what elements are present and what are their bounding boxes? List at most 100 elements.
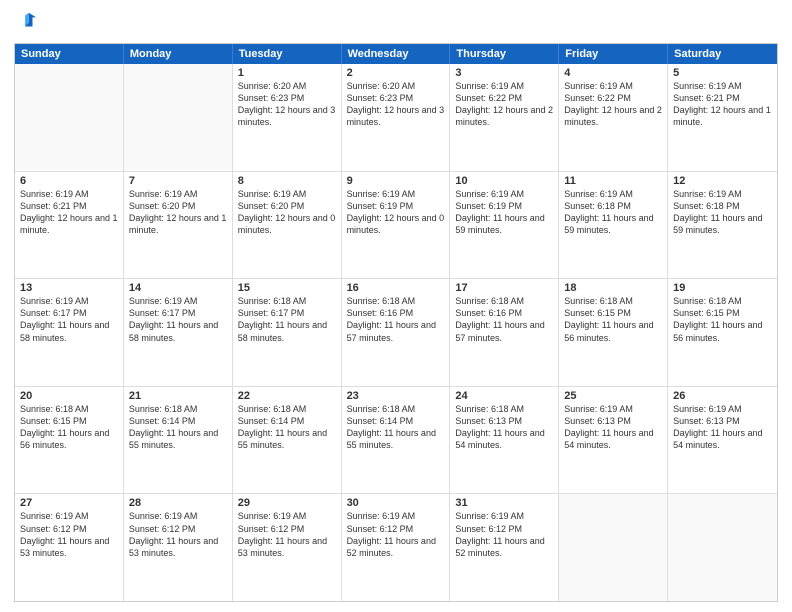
day-number: 31 <box>455 497 553 509</box>
cell-info: Sunrise: 6:19 AMSunset: 6:19 PMDaylight:… <box>455 188 553 237</box>
empty-cell <box>15 64 124 171</box>
day-number: 9 <box>347 175 445 187</box>
day-cell-3: 3Sunrise: 6:19 AMSunset: 6:22 PMDaylight… <box>450 64 559 171</box>
cell-info: Sunrise: 6:18 AMSunset: 6:14 PMDaylight:… <box>238 403 336 452</box>
day-cell-19: 19Sunrise: 6:18 AMSunset: 6:15 PMDayligh… <box>668 279 777 386</box>
logo-icon <box>16 10 38 32</box>
day-cell-10: 10Sunrise: 6:19 AMSunset: 6:19 PMDayligh… <box>450 172 559 279</box>
logo <box>14 10 38 37</box>
day-number: 4 <box>564 67 662 79</box>
day-cell-9: 9Sunrise: 6:19 AMSunset: 6:19 PMDaylight… <box>342 172 451 279</box>
calendar-header: SundayMondayTuesdayWednesdayThursdayFrid… <box>15 44 777 64</box>
header-day-sunday: Sunday <box>15 44 124 64</box>
header <box>14 10 778 37</box>
day-number: 25 <box>564 390 662 402</box>
cell-info: Sunrise: 6:19 AMSunset: 6:13 PMDaylight:… <box>564 403 662 452</box>
header-day-tuesday: Tuesday <box>233 44 342 64</box>
day-cell-1: 1Sunrise: 6:20 AMSunset: 6:23 PMDaylight… <box>233 64 342 171</box>
cell-info: Sunrise: 6:18 AMSunset: 6:14 PMDaylight:… <box>347 403 445 452</box>
empty-cell <box>124 64 233 171</box>
week-row-0: 1Sunrise: 6:20 AMSunset: 6:23 PMDaylight… <box>15 64 777 171</box>
day-cell-21: 21Sunrise: 6:18 AMSunset: 6:14 PMDayligh… <box>124 387 233 494</box>
cell-info: Sunrise: 6:18 AMSunset: 6:14 PMDaylight:… <box>129 403 227 452</box>
calendar: SundayMondayTuesdayWednesdayThursdayFrid… <box>14 43 778 602</box>
day-number: 1 <box>238 67 336 79</box>
day-cell-16: 16Sunrise: 6:18 AMSunset: 6:16 PMDayligh… <box>342 279 451 386</box>
cell-info: Sunrise: 6:19 AMSunset: 6:12 PMDaylight:… <box>129 510 227 559</box>
day-number: 29 <box>238 497 336 509</box>
day-number: 24 <box>455 390 553 402</box>
day-cell-27: 27Sunrise: 6:19 AMSunset: 6:12 PMDayligh… <box>15 494 124 601</box>
day-cell-15: 15Sunrise: 6:18 AMSunset: 6:17 PMDayligh… <box>233 279 342 386</box>
day-cell-28: 28Sunrise: 6:19 AMSunset: 6:12 PMDayligh… <box>124 494 233 601</box>
day-number: 5 <box>673 67 772 79</box>
cell-info: Sunrise: 6:19 AMSunset: 6:17 PMDaylight:… <box>129 295 227 344</box>
day-number: 2 <box>347 67 445 79</box>
day-cell-26: 26Sunrise: 6:19 AMSunset: 6:13 PMDayligh… <box>668 387 777 494</box>
day-number: 7 <box>129 175 227 187</box>
day-cell-29: 29Sunrise: 6:19 AMSunset: 6:12 PMDayligh… <box>233 494 342 601</box>
day-number: 10 <box>455 175 553 187</box>
day-cell-2: 2Sunrise: 6:20 AMSunset: 6:23 PMDaylight… <box>342 64 451 171</box>
cell-info: Sunrise: 6:19 AMSunset: 6:12 PMDaylight:… <box>238 510 336 559</box>
day-number: 20 <box>20 390 118 402</box>
week-row-1: 6Sunrise: 6:19 AMSunset: 6:21 PMDaylight… <box>15 171 777 279</box>
cell-info: Sunrise: 6:19 AMSunset: 6:21 PMDaylight:… <box>673 80 772 129</box>
page: SundayMondayTuesdayWednesdayThursdayFrid… <box>0 0 792 612</box>
day-number: 19 <box>673 282 772 294</box>
day-cell-11: 11Sunrise: 6:19 AMSunset: 6:18 PMDayligh… <box>559 172 668 279</box>
day-number: 17 <box>455 282 553 294</box>
day-number: 21 <box>129 390 227 402</box>
day-number: 3 <box>455 67 553 79</box>
day-cell-23: 23Sunrise: 6:18 AMSunset: 6:14 PMDayligh… <box>342 387 451 494</box>
day-number: 30 <box>347 497 445 509</box>
cell-info: Sunrise: 6:19 AMSunset: 6:18 PMDaylight:… <box>673 188 772 237</box>
cell-info: Sunrise: 6:19 AMSunset: 6:22 PMDaylight:… <box>564 80 662 129</box>
cell-info: Sunrise: 6:19 AMSunset: 6:13 PMDaylight:… <box>673 403 772 452</box>
day-cell-4: 4Sunrise: 6:19 AMSunset: 6:22 PMDaylight… <box>559 64 668 171</box>
day-number: 14 <box>129 282 227 294</box>
day-cell-8: 8Sunrise: 6:19 AMSunset: 6:20 PMDaylight… <box>233 172 342 279</box>
day-cell-22: 22Sunrise: 6:18 AMSunset: 6:14 PMDayligh… <box>233 387 342 494</box>
day-cell-17: 17Sunrise: 6:18 AMSunset: 6:16 PMDayligh… <box>450 279 559 386</box>
cell-info: Sunrise: 6:20 AMSunset: 6:23 PMDaylight:… <box>238 80 336 129</box>
day-cell-13: 13Sunrise: 6:19 AMSunset: 6:17 PMDayligh… <box>15 279 124 386</box>
day-cell-24: 24Sunrise: 6:18 AMSunset: 6:13 PMDayligh… <box>450 387 559 494</box>
day-number: 18 <box>564 282 662 294</box>
day-number: 26 <box>673 390 772 402</box>
day-cell-31: 31Sunrise: 6:19 AMSunset: 6:12 PMDayligh… <box>450 494 559 601</box>
cell-info: Sunrise: 6:19 AMSunset: 6:18 PMDaylight:… <box>564 188 662 237</box>
cell-info: Sunrise: 6:19 AMSunset: 6:12 PMDaylight:… <box>455 510 553 559</box>
day-cell-12: 12Sunrise: 6:19 AMSunset: 6:18 PMDayligh… <box>668 172 777 279</box>
day-number: 6 <box>20 175 118 187</box>
cell-info: Sunrise: 6:19 AMSunset: 6:12 PMDaylight:… <box>20 510 118 559</box>
empty-cell <box>668 494 777 601</box>
header-day-monday: Monday <box>124 44 233 64</box>
cell-info: Sunrise: 6:19 AMSunset: 6:20 PMDaylight:… <box>129 188 227 237</box>
cell-info: Sunrise: 6:19 AMSunset: 6:19 PMDaylight:… <box>347 188 445 237</box>
header-day-thursday: Thursday <box>450 44 559 64</box>
cell-info: Sunrise: 6:18 AMSunset: 6:16 PMDaylight:… <box>455 295 553 344</box>
cell-info: Sunrise: 6:18 AMSunset: 6:15 PMDaylight:… <box>673 295 772 344</box>
week-row-3: 20Sunrise: 6:18 AMSunset: 6:15 PMDayligh… <box>15 386 777 494</box>
cell-info: Sunrise: 6:19 AMSunset: 6:21 PMDaylight:… <box>20 188 118 237</box>
day-cell-18: 18Sunrise: 6:18 AMSunset: 6:15 PMDayligh… <box>559 279 668 386</box>
cell-info: Sunrise: 6:19 AMSunset: 6:17 PMDaylight:… <box>20 295 118 344</box>
day-number: 15 <box>238 282 336 294</box>
day-cell-30: 30Sunrise: 6:19 AMSunset: 6:12 PMDayligh… <box>342 494 451 601</box>
calendar-body: 1Sunrise: 6:20 AMSunset: 6:23 PMDaylight… <box>15 64 777 601</box>
day-number: 16 <box>347 282 445 294</box>
week-row-4: 27Sunrise: 6:19 AMSunset: 6:12 PMDayligh… <box>15 493 777 601</box>
day-cell-6: 6Sunrise: 6:19 AMSunset: 6:21 PMDaylight… <box>15 172 124 279</box>
day-number: 8 <box>238 175 336 187</box>
day-number: 27 <box>20 497 118 509</box>
day-cell-25: 25Sunrise: 6:19 AMSunset: 6:13 PMDayligh… <box>559 387 668 494</box>
cell-info: Sunrise: 6:18 AMSunset: 6:13 PMDaylight:… <box>455 403 553 452</box>
cell-info: Sunrise: 6:19 AMSunset: 6:12 PMDaylight:… <box>347 510 445 559</box>
cell-info: Sunrise: 6:18 AMSunset: 6:15 PMDaylight:… <box>564 295 662 344</box>
day-number: 13 <box>20 282 118 294</box>
header-day-wednesday: Wednesday <box>342 44 451 64</box>
cell-info: Sunrise: 6:18 AMSunset: 6:16 PMDaylight:… <box>347 295 445 344</box>
day-number: 12 <box>673 175 772 187</box>
week-row-2: 13Sunrise: 6:19 AMSunset: 6:17 PMDayligh… <box>15 278 777 386</box>
